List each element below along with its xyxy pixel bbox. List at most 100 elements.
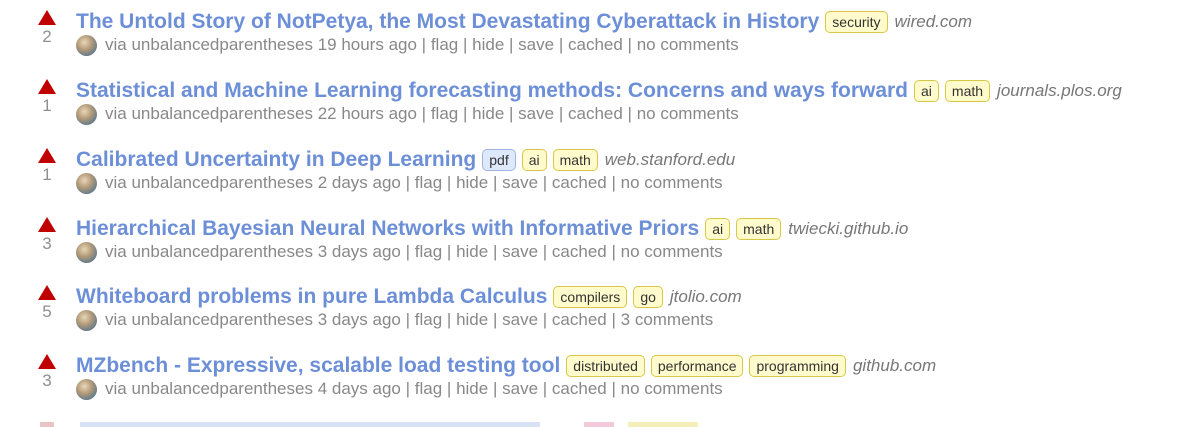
separator: | — [627, 35, 632, 54]
tag-math[interactable]: math — [552, 149, 598, 171]
story-domain[interactable]: web.stanford.edu — [605, 145, 735, 175]
story-tags: compilers go — [547, 286, 663, 308]
separator: | — [446, 310, 452, 329]
story-domain[interactable]: journals.plos.org — [997, 76, 1122, 106]
story-title-line: Statistical and Machine Learning forecas… — [76, 76, 1122, 106]
save-link[interactable]: save — [502, 379, 538, 398]
flag-link[interactable]: flag — [415, 310, 442, 329]
story-row: 2 The Untold Story of NotPetya, the Most… — [0, 0, 1200, 62]
cached-link[interactable]: cached — [552, 173, 607, 192]
user-avatar[interactable] — [76, 310, 97, 332]
story-domain[interactable]: wired.com — [895, 7, 972, 37]
username-link[interactable]: unbalancedparentheses — [131, 310, 312, 329]
save-link[interactable]: save — [518, 104, 554, 123]
flag-link[interactable]: flag — [415, 173, 442, 192]
separator: | — [492, 379, 498, 398]
tag-security[interactable]: security — [825, 11, 888, 33]
story-domain[interactable]: github.com — [853, 351, 936, 381]
hide-link[interactable]: hide — [472, 104, 504, 123]
comments-link[interactable]: no comments — [621, 379, 723, 398]
cached-link[interactable]: cached — [568, 104, 623, 123]
tag-ai[interactable]: ai — [705, 218, 731, 240]
story-byline: via unbalancedparentheses 19 hours ago |… — [76, 34, 739, 57]
user-avatar[interactable] — [76, 379, 97, 401]
story-score: 1 — [42, 165, 52, 184]
comments-link[interactable]: no comments — [637, 35, 739, 54]
tag-performance[interactable]: performance — [650, 355, 744, 377]
separator: | — [611, 310, 616, 329]
via-label: via — [105, 379, 127, 398]
upvote-arrow-icon[interactable] — [38, 10, 56, 25]
story-row: 3 Hierarchical Bayesian Neural Networks … — [0, 207, 1200, 269]
story-byline: via unbalancedparentheses 2 days ago | f… — [76, 172, 723, 195]
hide-link[interactable]: hide — [472, 35, 504, 54]
flag-link[interactable]: flag — [431, 104, 458, 123]
separator: | — [492, 242, 498, 261]
username-link[interactable]: unbalancedparentheses — [131, 35, 312, 54]
separator: | — [446, 242, 452, 261]
story-time: 22 hours ago — [317, 104, 417, 123]
comments-link[interactable]: no comments — [637, 104, 739, 123]
flag-link[interactable]: flag — [431, 35, 458, 54]
username-link[interactable]: unbalancedparentheses — [131, 173, 312, 192]
story-title-line: Calibrated Uncertainty in Deep Learning p… — [76, 145, 735, 175]
cached-link[interactable]: cached — [552, 310, 607, 329]
story-title-link[interactable]: Whiteboard problems in pure Lambda Calcu… — [76, 285, 547, 308]
tag-pdf[interactable]: pdf — [482, 149, 516, 171]
hide-link[interactable]: hide — [456, 310, 488, 329]
story-domain[interactable]: twiecki.github.io — [788, 214, 908, 244]
separator: | — [446, 379, 452, 398]
story-title-link[interactable]: MZbench - Expressive, scalable load test… — [76, 354, 560, 377]
hide-link[interactable]: hide — [456, 242, 488, 261]
tag-distributed[interactable]: distributed — [566, 355, 645, 377]
flag-link[interactable]: flag — [415, 379, 442, 398]
username-link[interactable]: unbalancedparentheses — [131, 379, 312, 398]
tag-ai[interactable]: ai — [914, 80, 939, 102]
username-link[interactable]: unbalancedparentheses — [131, 242, 312, 261]
user-avatar[interactable] — [76, 35, 97, 57]
save-link[interactable]: save — [502, 242, 538, 261]
hide-link[interactable]: hide — [456, 379, 488, 398]
story-row: 5 Whiteboard problems in pure Lambda Cal… — [0, 275, 1200, 337]
tag-math[interactable]: math — [736, 218, 782, 240]
flag-link[interactable]: flag — [415, 242, 442, 261]
story-domain[interactable]: jtolio.com — [670, 282, 742, 312]
separator: | — [611, 242, 616, 261]
user-avatar[interactable] — [76, 173, 97, 195]
cached-link[interactable]: cached — [552, 379, 607, 398]
upvote-arrow-icon[interactable] — [38, 285, 56, 300]
tag-math[interactable]: math — [944, 80, 991, 102]
story-time: 3 days ago — [317, 310, 401, 329]
save-link[interactable]: save — [502, 310, 538, 329]
story-byline: via unbalancedparentheses 3 days ago | f… — [76, 309, 714, 332]
story-title-link[interactable]: Statistical and Machine Learning forecas… — [76, 79, 908, 102]
save-link[interactable]: save — [502, 173, 538, 192]
tag-compilers[interactable]: compilers — [553, 286, 628, 308]
upvote-arrow-icon[interactable] — [38, 79, 56, 94]
story-score: 1 — [42, 96, 52, 115]
comments-link[interactable]: no comments — [621, 242, 723, 261]
comments-link[interactable]: no comments — [621, 173, 723, 192]
comments-link[interactable]: 3 comments — [621, 310, 714, 329]
story-time: 19 hours ago — [317, 35, 417, 54]
tag-ai[interactable]: ai — [521, 149, 547, 171]
story-title-link[interactable]: Calibrated Uncertainty in Deep Learning — [76, 148, 476, 171]
cached-link[interactable]: cached — [568, 35, 623, 54]
upvote-arrow-icon[interactable] — [38, 354, 56, 369]
user-avatar[interactable] — [76, 104, 97, 126]
username-link[interactable]: unbalancedparentheses — [131, 104, 312, 123]
save-link[interactable]: save — [518, 35, 554, 54]
tag-programming[interactable]: programming — [749, 355, 846, 377]
separator: | — [542, 173, 548, 192]
story-title-line: Whiteboard problems in pure Lambda Calcu… — [76, 282, 742, 312]
tag-go[interactable]: go — [633, 286, 663, 308]
separator: | — [492, 173, 498, 192]
hide-link[interactable]: hide — [456, 173, 488, 192]
upvote-arrow-icon[interactable] — [38, 217, 56, 232]
cached-link[interactable]: cached — [552, 242, 607, 261]
user-avatar[interactable] — [76, 242, 97, 264]
story-title-link[interactable]: The Untold Story of NotPetya, the Most D… — [76, 10, 819, 33]
story-title-link[interactable]: Hierarchical Bayesian Neural Networks wi… — [76, 217, 699, 240]
upvote-arrow-icon[interactable] — [38, 148, 56, 163]
story-tags: security — [819, 11, 888, 33]
